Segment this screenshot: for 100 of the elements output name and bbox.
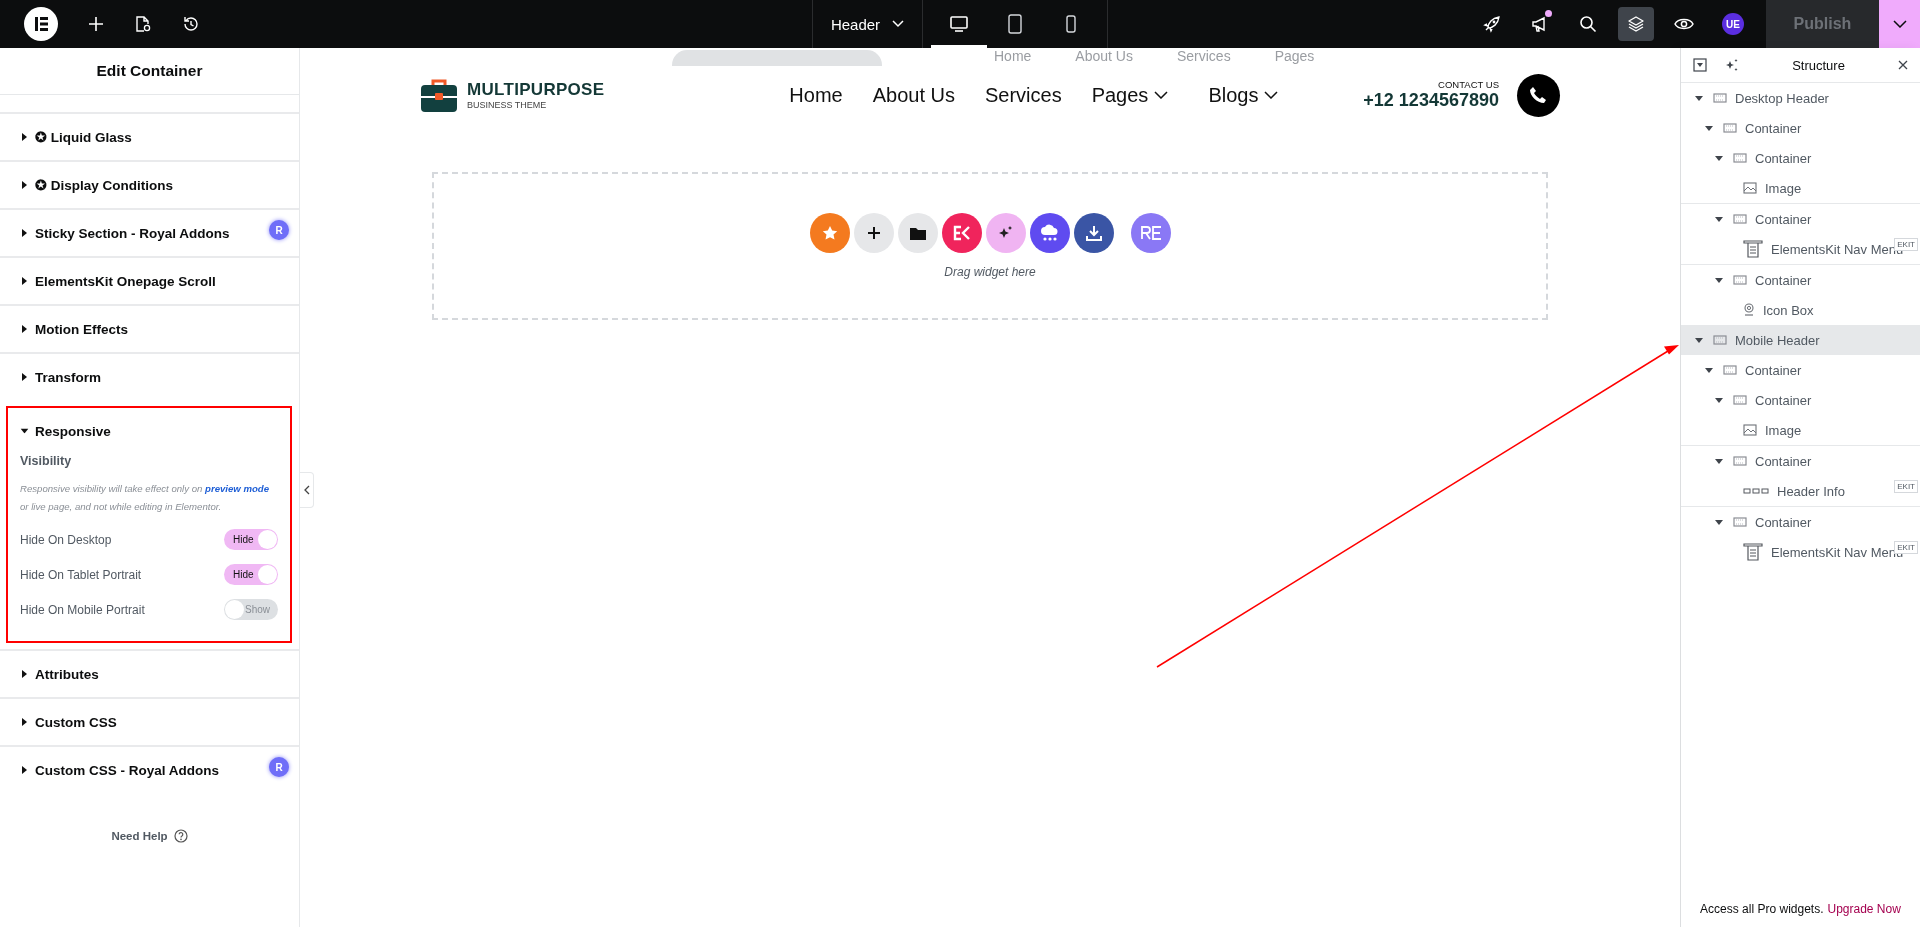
widget-action-button[interactable] — [897, 213, 938, 253]
preview-mode-link[interactable]: preview mode — [205, 483, 269, 494]
section-header[interactable]: ElementsKit Onepage Scroll — [0, 258, 299, 304]
tree-item[interactable]: Container — [1681, 355, 1920, 385]
briefcase-logo-icon[interactable] — [420, 77, 458, 113]
caret-icon[interactable] — [1715, 155, 1723, 161]
container-icon — [1733, 456, 1747, 466]
tree-item[interactable]: Container — [1681, 113, 1920, 143]
phone-button[interactable] — [1517, 73, 1560, 117]
rocket-icon — [1483, 15, 1501, 33]
re-logo-icon — [1139, 226, 1162, 240]
toggle-label: Hide On Desktop — [20, 532, 112, 547]
section-header[interactable]: Attributes — [0, 651, 299, 697]
panel-title: Structure — [1791, 57, 1846, 73]
widget-action-button[interactable] — [1073, 213, 1114, 253]
image-icon — [1743, 182, 1757, 194]
caret-icon[interactable] — [1695, 95, 1703, 101]
container-icon — [1713, 93, 1727, 103]
caret-icon[interactable] — [1715, 519, 1723, 525]
promo-text: Access all Pro widgets. — [1700, 902, 1824, 916]
chevron-left-icon — [303, 485, 310, 495]
subheading: Visibility — [20, 454, 73, 468]
section-header[interactable]: Responsive — [8, 408, 290, 454]
addon-badge: R — [269, 220, 289, 240]
contact-label: CONTACT US — [1438, 79, 1499, 90]
section-header[interactable]: Sticky Section - Royal Addons R — [0, 210, 299, 256]
tree-item[interactable]: Header Info EKIT — [1681, 476, 1920, 506]
tree-item-label: Icon Box — [1763, 302, 1814, 318]
tree-item-label: Image — [1765, 180, 1802, 196]
container-icon — [1733, 517, 1747, 527]
widget-action-button[interactable] — [853, 213, 894, 253]
folder-icon — [909, 226, 926, 240]
tree-item[interactable]: Image — [1681, 173, 1920, 203]
close-icon[interactable] — [1898, 60, 1908, 70]
caret-icon[interactable] — [1695, 337, 1703, 343]
caret-icon[interactable] — [1715, 216, 1723, 222]
collapse-all-icon[interactable] — [1693, 58, 1707, 72]
star-icon — [821, 225, 838, 241]
tree-item[interactable]: Container — [1681, 446, 1920, 476]
section-header[interactable]: Transform — [0, 354, 299, 400]
tree-item[interactable]: Container — [1681, 143, 1920, 173]
toggle-switch[interactable]: Hide — [224, 564, 278, 585]
upgrade-link[interactable]: Upgrade Now — [1827, 902, 1901, 916]
container-icon — [1733, 275, 1747, 285]
section-title: ✪ Display Conditions — [35, 177, 173, 193]
sparkle-icon[interactable] — [1725, 58, 1739, 72]
header-info-icon — [1743, 488, 1769, 494]
phone-number: +12 1234567890 — [1363, 90, 1499, 111]
nav-link[interactable]: Blogs — [1208, 83, 1279, 107]
caret-icon[interactable] — [1705, 367, 1713, 373]
tree-item[interactable]: Image — [1681, 415, 1920, 445]
caret-icon[interactable] — [1705, 125, 1713, 131]
caret-icon[interactable] — [1715, 458, 1723, 464]
container-icon — [1723, 123, 1737, 133]
history-icon[interactable] — [182, 15, 200, 33]
section-title: Custom CSS — [35, 714, 117, 730]
tree-item[interactable]: Container — [1681, 265, 1920, 295]
download-icon — [1085, 225, 1102, 241]
tree-item[interactable]: Icon Box — [1681, 295, 1920, 325]
section-title: ✪ Liquid Glass — [35, 129, 132, 145]
tree-item[interactable]: Container — [1681, 507, 1920, 537]
section-title: Motion Effects — [35, 321, 128, 337]
section-header[interactable]: Custom CSS — [0, 699, 299, 745]
nav-link[interactable]: Pages — [1091, 83, 1169, 107]
section-header[interactable]: Custom CSS - Royal Addons R — [0, 747, 299, 793]
user-badge[interactable]: UE — [1722, 13, 1744, 35]
tree-item[interactable]: Mobile Header — [1681, 325, 1920, 355]
section-title: Responsive — [35, 423, 111, 439]
container-icon — [1733, 153, 1747, 163]
tree-item[interactable]: Container — [1681, 385, 1920, 415]
section-header[interactable]: ✪ Liquid Glass — [0, 114, 299, 160]
ek-logo-icon — [952, 225, 971, 241]
image-icon — [1743, 424, 1757, 436]
page-settings-icon[interactable] — [134, 15, 152, 33]
section-title: Sticky Section - Royal Addons — [35, 225, 230, 241]
section-title: ElementsKit Onepage Scroll — [35, 273, 216, 289]
nav-link[interactable]: Services — [984, 83, 1062, 107]
tree-item[interactable]: Container — [1681, 204, 1920, 234]
caret-icon[interactable] — [1715, 397, 1723, 403]
tree-item[interactable]: Desktop Header — [1681, 83, 1920, 113]
help-link[interactable]: Need Help — [111, 830, 168, 842]
tree-item-label: Container — [1745, 120, 1802, 136]
help-icon[interactable] — [173, 829, 188, 843]
chevron-down-icon — [892, 20, 905, 28]
logo-subtitle: BUSINESS THEME — [467, 100, 548, 110]
collapse-handle[interactable] — [300, 472, 314, 508]
toggle-switch[interactable]: Hide — [224, 529, 278, 550]
caret-icon[interactable] — [1715, 277, 1723, 283]
section-header[interactable]: ✪ Display Conditions — [0, 162, 299, 208]
nav-link[interactable]: About Us — [872, 83, 955, 107]
section-header[interactable]: Motion Effects — [0, 306, 299, 352]
add-icon[interactable] — [88, 16, 104, 32]
drop-zone[interactable]: Drag widget here — [432, 172, 1548, 320]
nav-link[interactable]: Home — [789, 83, 843, 107]
help-text: Responsive visibility will take effect only on preview mode or live page, and not while editing in Elementor. — [20, 482, 270, 514]
elementor-logo-icon[interactable] — [24, 7, 58, 41]
tree-item-label: Container — [1755, 272, 1812, 288]
nav-menu-icon — [1743, 240, 1763, 258]
toolbar-button[interactable] — [1618, 7, 1654, 41]
section-title: Custom CSS - Royal Addons — [35, 762, 219, 778]
